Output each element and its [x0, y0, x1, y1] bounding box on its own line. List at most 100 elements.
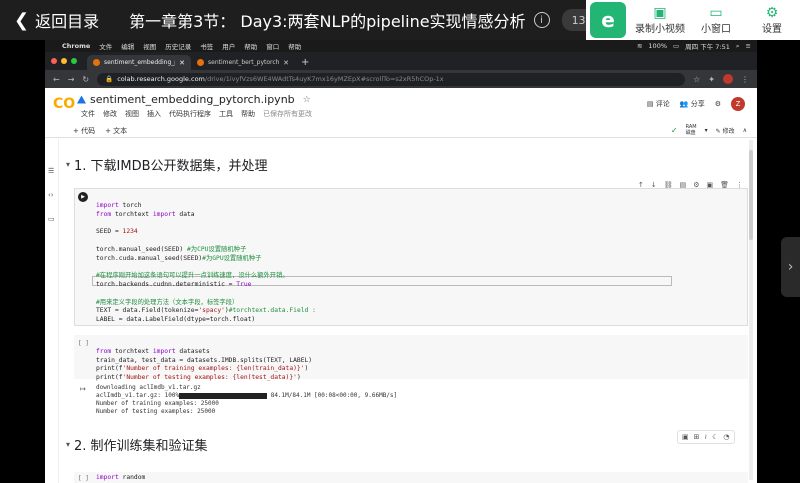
chevron-left-icon: ❮ — [14, 9, 30, 31]
share-button[interactable]: 👥 分享 — [680, 99, 705, 109]
window-controls — [51, 58, 77, 64]
back-arrow-icon[interactable]: ← — [53, 75, 60, 84]
add-text-button[interactable]: + 文本 — [105, 126, 127, 136]
bookmark-star-icon[interactable]: ☆ — [693, 75, 700, 84]
code-line: from torchtext import data — [96, 210, 195, 218]
add-code-button[interactable]: + 代码 — [73, 126, 95, 136]
chevron-down-icon[interactable]: ▾ — [705, 127, 708, 134]
section-heading-2[interactable]: ▾ 2. 制作训练集和验证集 — [66, 435, 208, 454]
menu-insert[interactable]: 插入 — [147, 109, 161, 119]
run-cell-button[interactable]: [ ] — [78, 340, 89, 347]
menu-window[interactable]: 窗口 — [266, 41, 279, 51]
collapse-caret-icon[interactable]: ▾ — [66, 440, 70, 449]
run-cell-button[interactable]: ▶ — [78, 192, 88, 202]
scrollbar-thumb[interactable] — [749, 150, 753, 240]
gear-icon[interactable]: ⚙ — [715, 100, 721, 108]
output-icon[interactable]: ↦ — [80, 385, 86, 393]
collapse-icon[interactable]: ∧ — [743, 127, 747, 134]
code-line: import torch — [96, 201, 142, 209]
info-icon[interactable]: i — [533, 12, 550, 28]
tab-title: sentiment_bert_pytorch.ipynb — [208, 59, 280, 66]
drop-icon[interactable]: ◔ — [723, 433, 729, 441]
close-tab-icon[interactable]: ✕ — [283, 59, 289, 67]
wifi-icon[interactable]: ≋ — [637, 42, 642, 50]
colab-header: CO sentiment_embedding_pytorch.ipynb ☆ 文… — [45, 88, 757, 123]
colab-logo[interactable]: CO — [53, 96, 75, 112]
settings-button[interactable]: ⚙ 设置 — [744, 6, 800, 35]
code-block[interactable]: import torch from torchtext import data … — [96, 193, 316, 325]
brand-logo: e — [590, 2, 626, 38]
close-window-button[interactable] — [51, 58, 57, 64]
menu-view[interactable]: 视图 — [143, 41, 156, 51]
address-bar[interactable]: 🔒 colab.research.google.com /drive/1ivyf… — [97, 72, 686, 86]
code-snippets-icon[interactable]: ‹› — [48, 191, 54, 199]
battery-icon[interactable]: ▭ — [673, 42, 679, 50]
menu-edit[interactable]: 编辑 — [121, 41, 134, 51]
section-title: 1. 下载IMDB公开数据集，并处理 — [74, 159, 268, 174]
section-heading-1[interactable]: ▾ 1. 下载IMDB公开数据集，并处理 — [66, 155, 268, 174]
search-icon[interactable]: ⌕ — [736, 42, 740, 51]
folder-icon[interactable]: ▭ — [48, 215, 55, 223]
extension-icon[interactable]: ✦ — [708, 75, 715, 84]
code-line: SEED = 1234 — [96, 228, 138, 236]
menu-edit[interactable]: 修改 — [103, 109, 117, 119]
code-block[interactable]: from torchtext import datasets train_dat… — [96, 339, 312, 383]
edit-mode-button[interactable]: ✎ 修改 — [716, 126, 735, 135]
section-title: 2. 制作训练集和验证集 — [74, 439, 208, 454]
clock: 周四 下午 7:51 — [685, 43, 730, 51]
tab-sentiment-bert[interactable]: sentiment_bert_pytorch.ipynb ✕ — [191, 55, 295, 70]
code-cell[interactable] — [74, 472, 748, 483]
menu-view[interactable]: 视图 — [125, 109, 139, 119]
zoom-window-button[interactable] — [71, 58, 77, 64]
camera-icon: ▣ — [653, 4, 667, 21]
menu-list-icon[interactable]: ≡ — [746, 42, 751, 50]
output-line: 84.1M/84.1M [00:08<00:00, 9.66MB/s] — [267, 392, 398, 399]
tab-sentiment-embedding[interactable]: sentiment_embedding_pytorch ✕ — [87, 55, 191, 70]
toc-icon[interactable]: ☰ — [48, 167, 54, 175]
menu-help[interactable]: 帮助 — [241, 109, 255, 119]
menu-tools[interactable]: 工具 — [219, 109, 233, 119]
avatar[interactable]: Z — [731, 97, 745, 111]
comment-label: 评论 — [655, 100, 670, 108]
code-line: #在程序刚开始加这条语句可以提升一点训练速度，没什么额外开销。 — [96, 272, 289, 280]
menu-history[interactable]: 历史记录 — [165, 41, 191, 51]
new-tab-button[interactable]: + — [301, 57, 309, 68]
more-menu-icon[interactable]: ⋮ — [741, 75, 749, 84]
close-tab-icon[interactable]: ✕ — [179, 59, 185, 67]
tab-title: sentiment_embedding_pytorch — [104, 59, 175, 66]
menu-help-2[interactable]: 帮助 — [288, 41, 301, 51]
resource-monitor[interactable]: RAM 磁盘 — [686, 124, 697, 136]
record-clip-button[interactable]: ▣ 录制小视频 — [632, 6, 688, 35]
star-icon[interactable]: ☆ — [303, 95, 311, 105]
screenshot-icon[interactable]: ▣ — [682, 433, 689, 441]
mini-window-button[interactable]: ▭ 小窗口 — [688, 6, 744, 35]
dictation-icon[interactable]: ≀ — [705, 433, 708, 441]
menu-file[interactable]: 文件 — [99, 41, 112, 51]
menu-chrome[interactable]: Chrome — [62, 42, 90, 50]
profile-avatar[interactable] — [723, 74, 733, 84]
split-icon[interactable]: ⊞ — [694, 433, 700, 441]
pencil-icon: ✎ — [715, 127, 721, 135]
saved-status: 已保存所有更改 — [263, 110, 312, 118]
back-to-catalog-button[interactable]: ❮ 返回目录 — [14, 8, 99, 32]
menu-runtime[interactable]: 代码执行程序 — [169, 109, 211, 119]
menu-user[interactable]: 用户 — [222, 41, 235, 51]
reload-icon[interactable]: ↻ — [82, 75, 89, 84]
video-player-header: ❮ 返回目录 第一章第3节： Day3:两套NLP的pipeline实现情感分析… — [0, 0, 800, 40]
forward-arrow-icon[interactable]: → — [68, 75, 75, 84]
comment-button[interactable]: ▤ 评论 — [647, 99, 670, 109]
menu-help[interactable]: 帮助 — [244, 41, 257, 51]
moon-icon[interactable]: ☾ — [712, 433, 718, 441]
mini-window-label: 小窗口 — [701, 23, 731, 35]
output-line: Number of testing examples: 25000 — [96, 408, 216, 415]
menu-file[interactable]: 文件 — [81, 109, 95, 119]
code-block[interactable]: import random — [96, 474, 145, 483]
notebook-title[interactable]: sentiment_embedding_pytorch.ipynb — [90, 93, 295, 106]
run-cell-button[interactable]: [ ] — [78, 475, 89, 482]
check-icon: ✓ — [670, 125, 678, 135]
next-page-arrow-icon[interactable]: › — [781, 237, 800, 297]
player-controls: e ▣ 录制小视频 ▭ 小窗口 ⚙ 设置 — [586, 0, 800, 40]
collapse-caret-icon[interactable]: ▾ — [66, 160, 70, 169]
minimize-window-button[interactable] — [61, 58, 67, 64]
menu-bookmarks[interactable]: 书签 — [200, 41, 213, 51]
